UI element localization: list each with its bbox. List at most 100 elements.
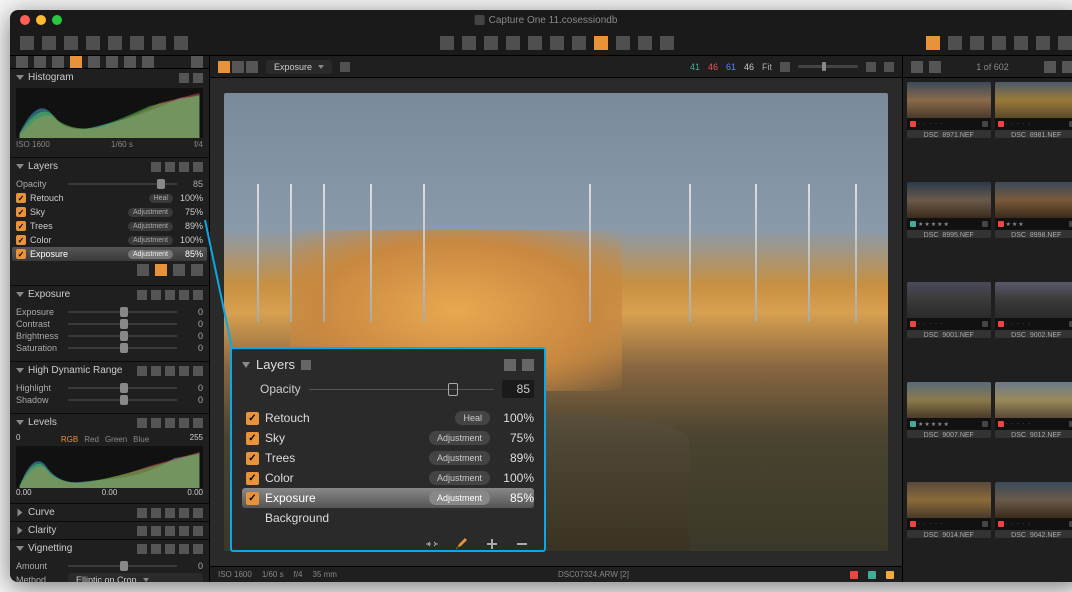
color-tag[interactable] [910, 421, 916, 427]
checkbox-icon[interactable] [246, 412, 259, 425]
search-icon[interactable] [1044, 61, 1056, 73]
panel-reset-icon[interactable] [165, 526, 175, 536]
expand-icon[interactable] [948, 36, 962, 50]
thumb-circle-icon[interactable] [982, 221, 988, 227]
panel-reset-icon[interactable] [165, 418, 175, 428]
select-icon[interactable] [440, 36, 454, 50]
close-button[interactable] [20, 15, 30, 25]
cursor-icon[interactable] [152, 36, 166, 50]
callout-menu-icon[interactable] [522, 359, 534, 371]
panel-help-icon[interactable] [179, 73, 189, 83]
panel-help-icon[interactable] [151, 290, 161, 300]
rotate-right-icon[interactable] [970, 36, 984, 50]
levels-b0[interactable]: 0.00 [16, 488, 32, 497]
chevron-down-icon[interactable] [16, 368, 24, 373]
layer-row[interactable]: RetouchHeal100% [16, 191, 203, 205]
panel-help-icon[interactable] [151, 418, 161, 428]
panel-help-icon[interactable] [151, 544, 161, 554]
brush-layer-icon[interactable] [155, 264, 167, 276]
levels-tab[interactable]: Blue [133, 435, 149, 444]
output-tab-icon[interactable] [142, 56, 154, 68]
checkbox-icon[interactable] [246, 472, 259, 485]
callout-layer-row[interactable]: TreesAdjustment89% [242, 448, 534, 468]
slider-track[interactable] [68, 399, 177, 401]
zoom-icon[interactable] [484, 36, 498, 50]
callout-layer-row[interactable]: ExposureAdjustment85% [242, 488, 534, 508]
star-rating[interactable]: · · · · · [1006, 521, 1068, 527]
opacity-slider[interactable] [68, 183, 177, 185]
crop-icon[interactable] [506, 36, 520, 50]
add-layer-icon[interactable] [484, 536, 500, 552]
thumbnail[interactable]: · · · · ·DSC_9001.NEF [907, 282, 991, 338]
thumbnail[interactable]: ★★★★★DSC_9007.NEF [907, 382, 991, 438]
view-single-icon[interactable] [218, 61, 230, 73]
panel-copy-icon[interactable] [179, 544, 189, 554]
panel-menu-icon[interactable] [193, 162, 203, 172]
thumb-circle-icon[interactable] [982, 121, 988, 127]
levels-tab[interactable]: Green [105, 435, 127, 444]
thumb-circle-icon[interactable] [982, 421, 988, 427]
levels-tab[interactable]: Red [84, 435, 99, 444]
minimize-button[interactable] [36, 15, 46, 25]
import-icon[interactable] [20, 36, 34, 50]
help-icon[interactable] [191, 56, 203, 68]
tag-red[interactable] [850, 571, 858, 579]
thumbnail[interactable]: ★★★DSC_8998.NEF [995, 182, 1072, 238]
opacity-value[interactable]: 85 [502, 380, 534, 398]
brush-icon[interactable] [594, 36, 608, 50]
camera-icon[interactable] [42, 36, 56, 50]
chevron-right-icon[interactable] [18, 509, 23, 517]
levels-histogram[interactable] [16, 446, 203, 488]
undo-icon[interactable] [108, 36, 122, 50]
color-tag[interactable] [998, 421, 1004, 427]
tag-green[interactable] [868, 571, 876, 579]
keystone-icon[interactable] [550, 36, 564, 50]
screens-icon[interactable] [926, 36, 940, 50]
thumbnail[interactable]: ★★★★★DSC_8995.NEF [907, 182, 991, 238]
checkbox-icon[interactable] [16, 193, 26, 203]
view-grid-icon[interactable] [232, 61, 244, 73]
thumbnail[interactable]: · · · · ·DSC_8981.NEF [995, 82, 1072, 138]
levels-tab[interactable]: RGB [61, 435, 78, 444]
opacity-value[interactable]: 85 [181, 179, 203, 189]
callout-layer-row[interactable]: Background [242, 508, 534, 528]
star-rating[interactable]: · · · · · [918, 121, 980, 127]
panel-reset-icon[interactable] [165, 290, 175, 300]
checkbox-icon[interactable] [246, 452, 259, 465]
warning-icon[interactable] [1036, 36, 1050, 50]
glasses-icon[interactable] [1058, 36, 1072, 50]
layer-selector[interactable]: Exposure [266, 60, 332, 74]
color-tag[interactable] [910, 521, 916, 527]
panel-help-icon[interactable] [151, 366, 161, 376]
color-tag[interactable] [910, 321, 916, 327]
adjustments-tab-icon[interactable] [106, 56, 118, 68]
panel-copy-icon[interactable] [179, 290, 189, 300]
layer-row[interactable]: TreesAdjustment89% [16, 219, 203, 233]
layer-row[interactable]: ExposureAdjustment85% [12, 247, 207, 261]
person-icon[interactable] [780, 62, 790, 72]
callout-layer-row[interactable]: RetouchHeal100% [242, 408, 534, 428]
color-tag[interactable] [998, 521, 1004, 527]
pin-icon[interactable] [137, 290, 147, 300]
annotation-icon[interactable] [660, 36, 674, 50]
checkbox-icon[interactable] [16, 249, 26, 259]
panel-menu-icon[interactable] [193, 73, 203, 83]
checkbox-icon[interactable] [16, 235, 26, 245]
brush-icon[interactable] [454, 536, 470, 552]
levels-min[interactable]: 0 [16, 433, 20, 446]
add-layer-icon[interactable] [173, 264, 185, 276]
panel-reset-icon[interactable] [165, 366, 175, 376]
pin-icon[interactable] [301, 360, 311, 370]
grid-icon[interactable] [1014, 36, 1028, 50]
slider-track[interactable] [68, 347, 177, 349]
layer-row[interactable]: SkyAdjustment75% [16, 205, 203, 219]
eye-icon[interactable] [911, 61, 923, 73]
text-icon[interactable] [174, 36, 188, 50]
rotate-icon[interactable] [528, 36, 542, 50]
slider-track[interactable] [68, 311, 177, 313]
pin-icon[interactable] [137, 544, 147, 554]
slider-track[interactable] [68, 323, 177, 325]
color-tag[interactable] [998, 121, 1004, 127]
panel-copy-icon[interactable] [179, 418, 189, 428]
clip-warn2-icon[interactable] [884, 62, 894, 72]
